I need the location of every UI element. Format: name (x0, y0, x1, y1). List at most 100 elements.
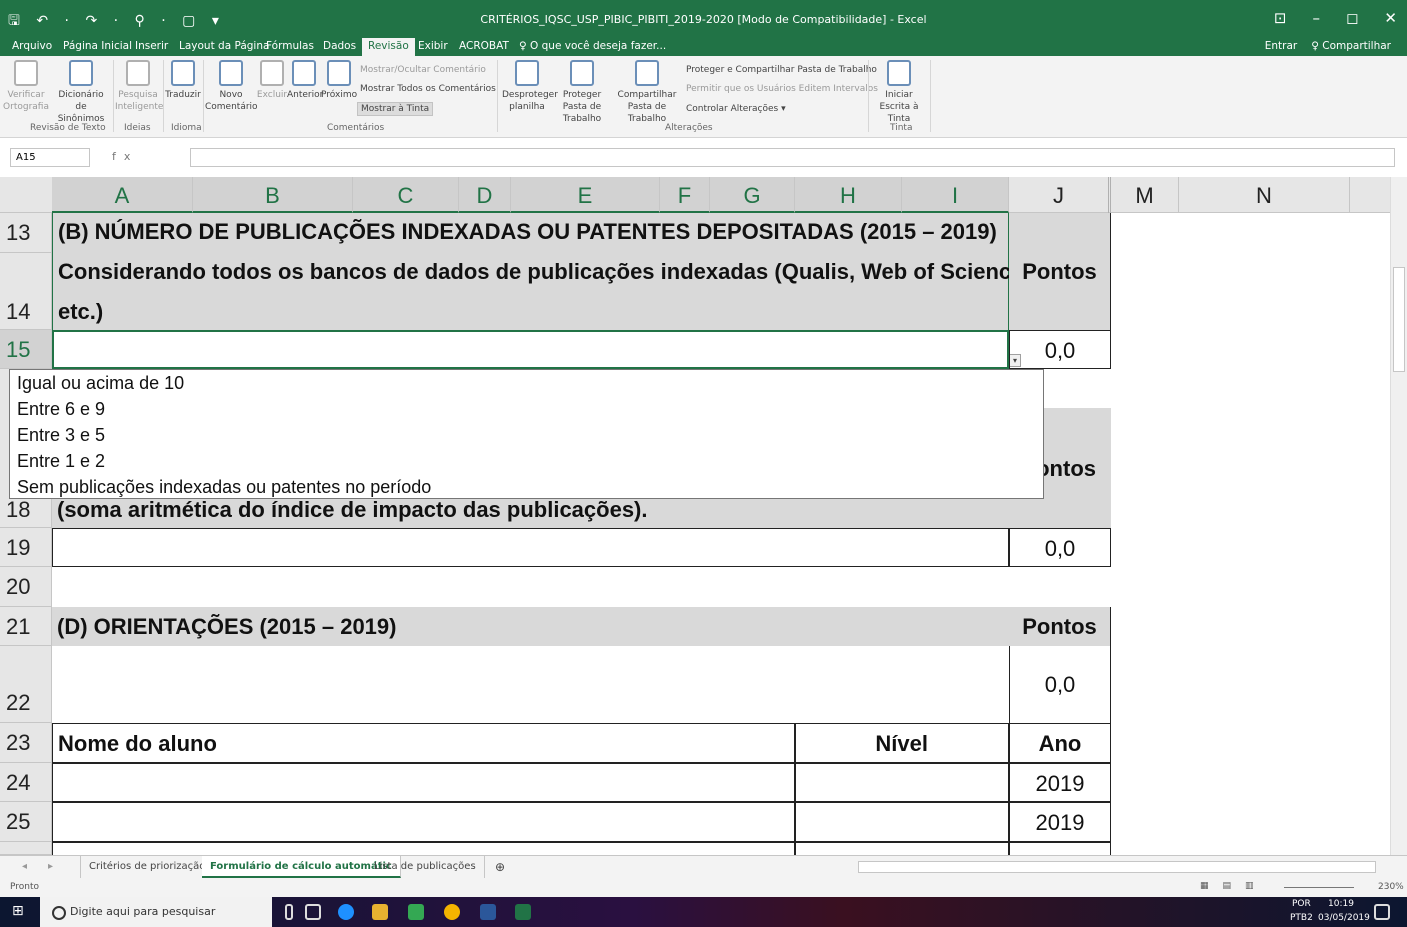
track-changes-button[interactable]: Controlar Alterações ▾ (686, 104, 786, 114)
col-header-h[interactable]: H (795, 177, 902, 213)
chrome-icon[interactable] (444, 904, 460, 920)
tab-pagina-inicial[interactable]: Página Inicial (63, 40, 132, 52)
share-workbook-button[interactable]: Compartilhar Pasta de Trabalho (612, 60, 682, 125)
cell-h25[interactable] (795, 802, 1009, 842)
row-header-15[interactable]: 15 (0, 330, 52, 369)
show-hide-comment-button[interactable]: Mostrar/Ocultar Comentário (360, 65, 486, 75)
row-header-22[interactable]: 22 (0, 646, 52, 723)
col-header-a[interactable]: A (52, 177, 193, 213)
dropdown-option[interactable]: Entre 1 e 2 (10, 448, 1043, 474)
row-header-21[interactable]: 21 (0, 607, 52, 646)
col-header-j[interactable]: J (1009, 177, 1111, 213)
col-header-m[interactable]: M (1111, 177, 1179, 213)
excel-icon[interactable] (515, 904, 531, 920)
cell-j15[interactable]: 0,0 (1009, 330, 1111, 369)
file-explorer-icon[interactable] (372, 904, 388, 920)
cell-a15-selected[interactable] (52, 330, 1009, 369)
col-header-n[interactable]: N (1179, 177, 1350, 213)
row-header-23[interactable]: 23 (0, 723, 52, 763)
protect-workbook-button[interactable]: Proteger Pasta de Trabalho (553, 60, 611, 125)
next-comment-button[interactable]: Próximo (321, 60, 357, 101)
name-box[interactable]: A15 (10, 148, 90, 167)
cell-h26-partial[interactable] (795, 842, 1009, 855)
taskbar-search[interactable]: Digite aqui para pesquisar (40, 897, 272, 927)
delete-comment-button[interactable]: Excluir (256, 60, 288, 101)
scrollbar-thumb[interactable] (1393, 267, 1405, 372)
sheet-tab-lista[interactable]: Lista de publicações (366, 856, 485, 878)
tab-dados[interactable]: Dados (323, 40, 356, 52)
thesaurus-button[interactable]: Dicionário de Sinônimos (52, 60, 110, 125)
col-header-g[interactable]: G (710, 177, 795, 213)
row-header-20[interactable]: 20 (0, 567, 52, 607)
cell-a24[interactable] (52, 763, 795, 802)
cell-h24[interactable] (795, 763, 1009, 802)
cell-a22[interactable] (52, 646, 1009, 723)
tab-inserir[interactable]: Inserir (135, 40, 168, 52)
tab-layout[interactable]: Layout da Página (179, 40, 269, 52)
row-header-25[interactable]: 25 (0, 802, 52, 842)
notifications-icon[interactable] (1374, 904, 1390, 920)
cell-j26-partial[interactable] (1009, 842, 1111, 855)
view-buttons-icon[interactable]: ▦▤▥ (1200, 881, 1268, 891)
cell-j24[interactable]: 2019 (1009, 763, 1111, 802)
keyboard-layout[interactable]: PTB2 (1290, 913, 1313, 923)
tell-me-search[interactable]: ♀ O que você deseja fazer... (519, 40, 666, 52)
cell-a25[interactable] (52, 802, 795, 842)
zoom-slider[interactable] (1284, 887, 1354, 888)
horizontal-scrollbar[interactable] (858, 861, 1376, 873)
dropdown-option[interactable]: Entre 6 e 9 (10, 396, 1043, 422)
row-header-26-partial[interactable] (0, 842, 52, 855)
tab-acrobat[interactable]: ACROBAT (459, 40, 509, 52)
section-d-pontos-header[interactable]: Pontos (1009, 607, 1111, 646)
ribbon-display-icon[interactable]: ⊡ (1274, 9, 1287, 27)
restore-button[interactable]: ◻ (1346, 9, 1358, 27)
new-comment-button[interactable]: Novo Comentário (205, 60, 258, 113)
level-header[interactable]: Nível (795, 723, 1009, 763)
sheet-nav-right-icon[interactable]: ▸ (48, 861, 53, 872)
dropdown-option[interactable]: Entre 3 e 5 (10, 422, 1043, 448)
col-header-e[interactable]: E (511, 177, 660, 213)
cell-a26-partial[interactable] (52, 842, 795, 855)
show-all-comments-button[interactable]: Mostrar Todos os Comentários (360, 84, 496, 94)
row-header-14[interactable]: 14 (0, 253, 52, 330)
start-inking-button[interactable]: Iniciar Escrita à Tinta (872, 60, 926, 125)
word-icon[interactable] (480, 904, 496, 920)
row-header-24[interactable]: 24 (0, 763, 52, 802)
col-header-d[interactable]: D (459, 177, 511, 213)
insert-function-icon[interactable]: fx (112, 150, 138, 163)
col-header-i[interactable]: I (902, 177, 1009, 213)
formula-input[interactable] (190, 148, 1395, 167)
tab-exibir[interactable]: Exibir (418, 40, 448, 52)
show-ink-button[interactable]: Mostrar à Tinta (357, 102, 434, 116)
sheet-tab-criterios[interactable]: Critérios de priorização (80, 856, 215, 878)
close-button[interactable]: ✕ (1384, 9, 1397, 27)
protect-share-button[interactable]: Proteger e Compartilhar Pasta de Trabalh… (686, 65, 877, 75)
section-b-block[interactable]: (B) NÚMERO DE PUBLICAÇÕES INDEXADAS OU P… (52, 213, 1029, 330)
col-header-c[interactable]: C (353, 177, 459, 213)
signin-link[interactable]: Entrar (1265, 40, 1297, 52)
tab-arquivo[interactable]: Arquivo (12, 40, 52, 52)
language-indicator[interactable]: POR (1292, 899, 1311, 909)
spelling-button[interactable]: Verificar Ortografia (2, 60, 50, 113)
dropdown-option[interactable]: Igual ou acima de 10 (10, 370, 1043, 396)
tab-revisao[interactable]: Revisão (362, 38, 415, 56)
section-c-subtitle[interactable]: (soma aritmética do índice de impacto da… (52, 499, 1009, 528)
previous-comment-button[interactable]: Anterior (287, 60, 323, 101)
task-view-icon[interactable] (305, 904, 321, 920)
edge-icon[interactable] (338, 904, 354, 920)
col-header-b[interactable]: B (193, 177, 353, 213)
mic-icon[interactable] (285, 904, 293, 920)
cell-j19[interactable]: 0,0 (1009, 528, 1111, 567)
student-name-header[interactable]: Nome do aluno (52, 723, 795, 763)
dropdown-option[interactable]: Sem publicações indexadas ou patentes no… (10, 474, 1043, 500)
unprotect-sheet-button[interactable]: Desproteger planilha (502, 60, 558, 113)
year-header[interactable]: Ano (1009, 723, 1111, 763)
section-b-pontos-header[interactable]: Pontos (1009, 213, 1111, 330)
section-d-title[interactable]: (D) ORIENTAÇÕES (2015 – 2019) (52, 607, 1009, 646)
clock-time[interactable]: 10:19 (1328, 899, 1354, 909)
clock-date[interactable]: 03/05/2019 (1318, 913, 1370, 923)
tab-formulas[interactable]: Fórmulas (266, 40, 314, 52)
vertical-scrollbar[interactable] (1390, 177, 1407, 855)
sheet-nav-left-icon[interactable]: ◂ (22, 861, 27, 872)
share-button[interactable]: ♀ Compartilhar (1311, 40, 1391, 52)
